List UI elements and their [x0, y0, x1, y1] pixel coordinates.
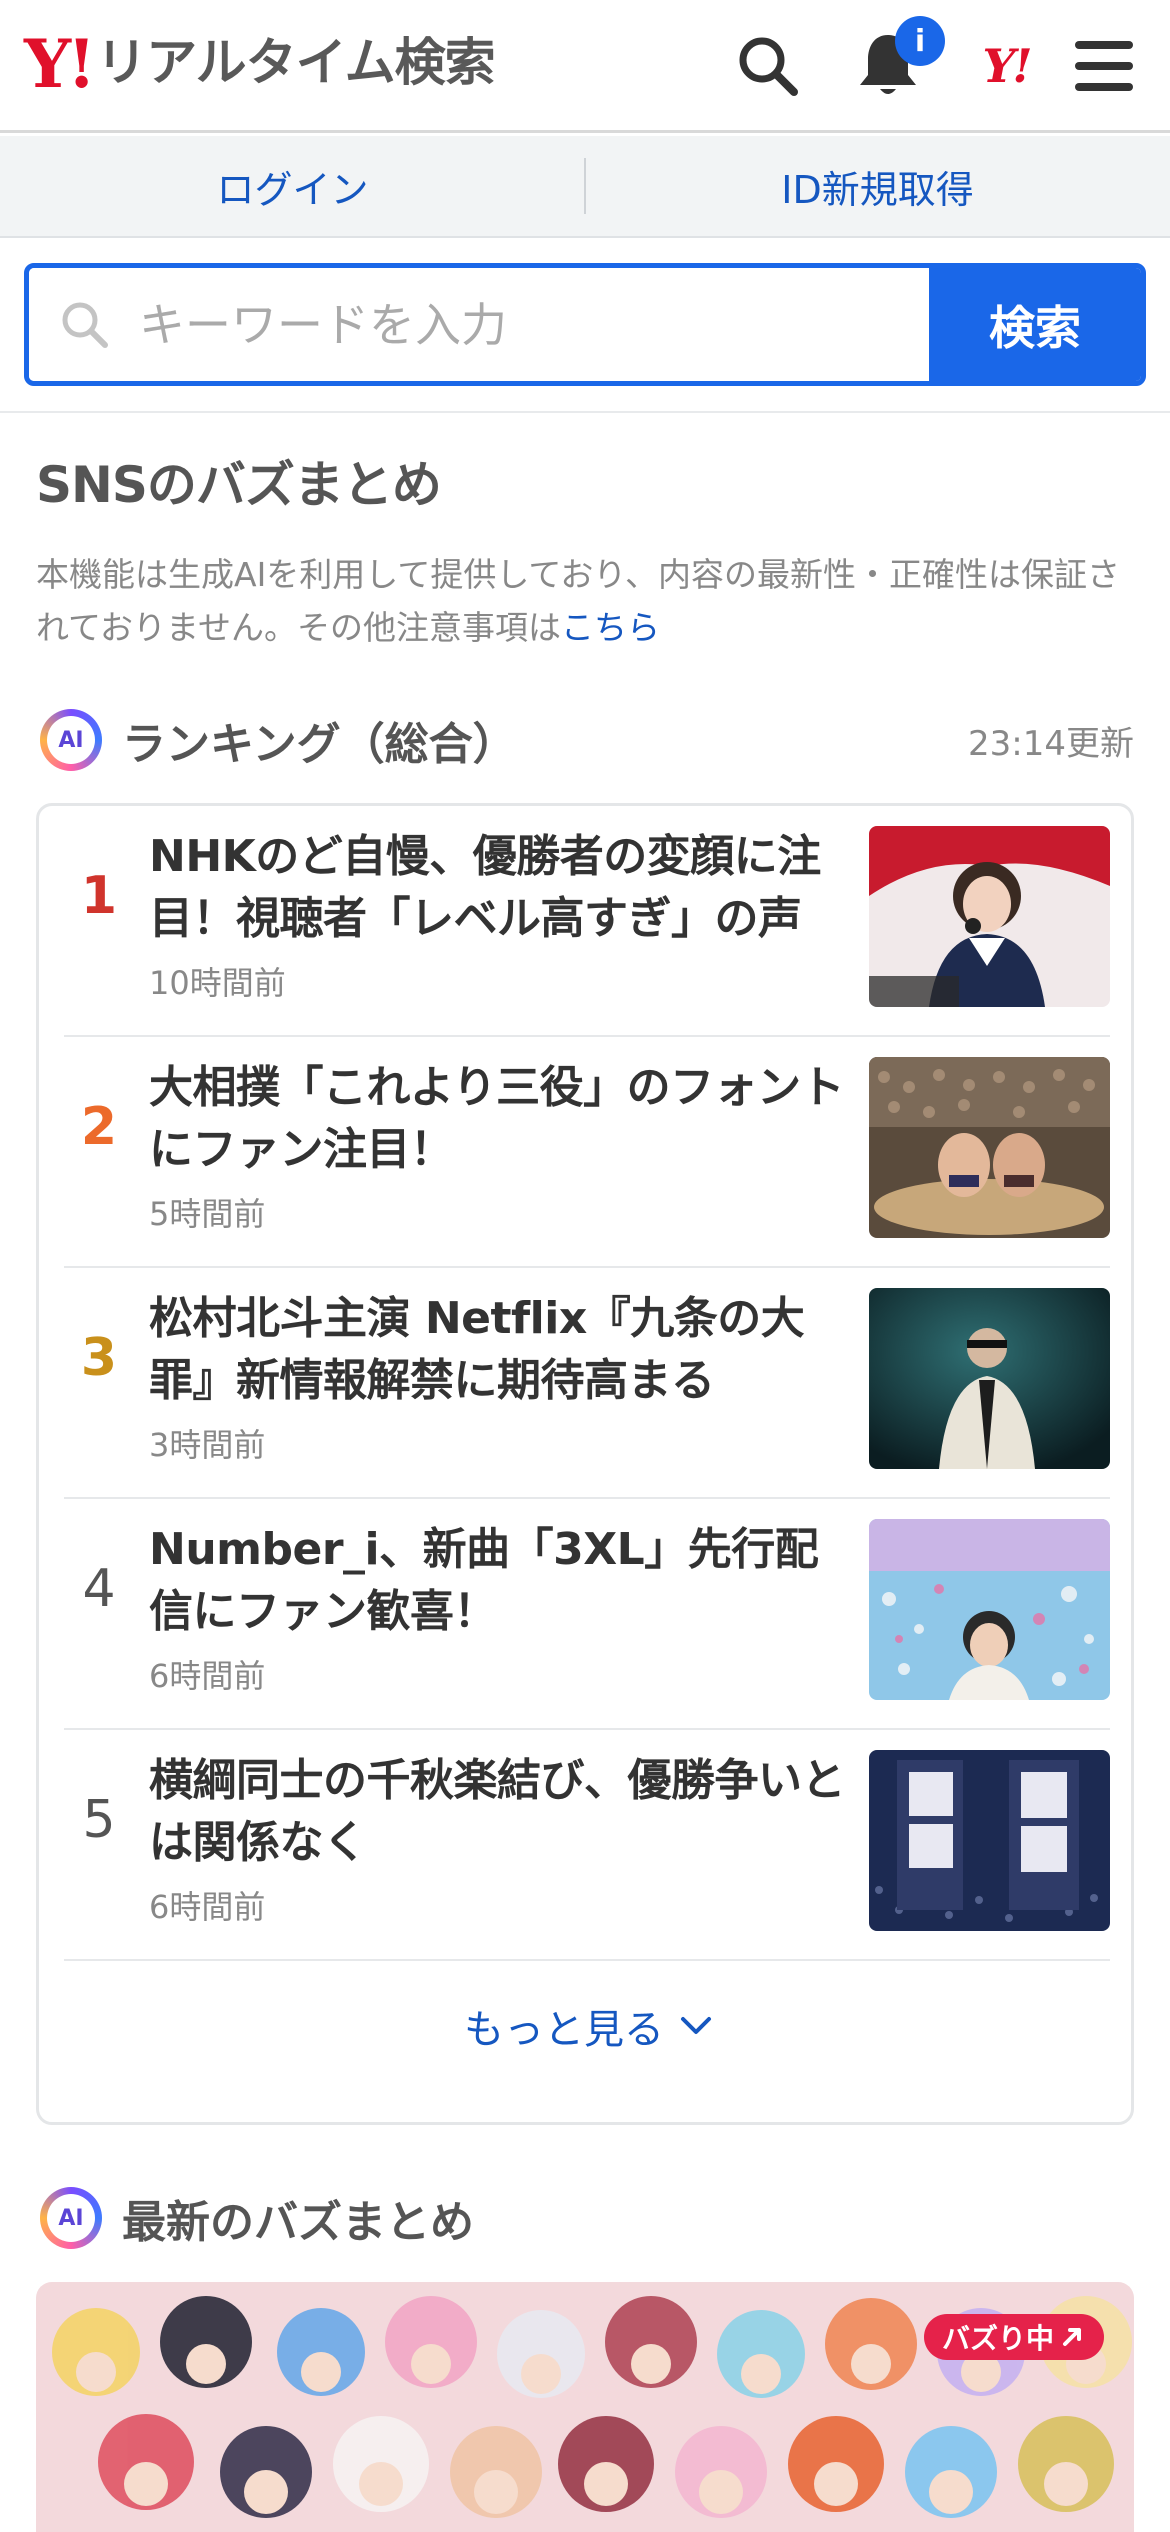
notification-badge: i — [895, 16, 945, 66]
latest-header: AI 最新のバズまとめ — [40, 2186, 474, 2250]
ranking-card: 1 NHKのど自慢、優勝者の変顔に注目！視聴者「レベル高すぎ」の声 10時間前 … — [36, 803, 1134, 2125]
disclaimer-link[interactable]: こちら — [561, 608, 660, 647]
search-field-wrap[interactable] — [29, 268, 929, 381]
ranking-item-1[interactable]: 1 NHKのど自慢、優勝者の変顔に注目！視聴者「レベル高すぎ」の声 10時間前 — [64, 806, 1110, 1037]
ranking-item-5[interactable]: 5 横綱同士の千秋楽結び、優勝争いとは関係なく 6時間前 — [64, 1730, 1110, 1961]
search-button[interactable]: 検索 — [929, 268, 1141, 381]
signup-link[interactable]: ID新規取得 — [585, 136, 1170, 236]
ranking-item-3[interactable]: 3 松村北斗主演 Netflix『九条の大罪』新情報解禁に期待高まる 3時間前 — [64, 1268, 1110, 1499]
show-more-button[interactable]: もっと見る — [39, 1986, 1137, 2066]
ranking-item-title: 大相撲「これより三役」のフォントにファン注目！ — [149, 1062, 845, 1175]
rank-number: 3 — [80, 1328, 118, 1388]
trending-arrow-icon — [1063, 2328, 1081, 2346]
login-link[interactable]: ログイン — [0, 136, 585, 236]
rank-number: 4 — [82, 1559, 116, 1619]
ranking-item-time: 3時間前 — [149, 1426, 266, 1464]
rank-number: 2 — [80, 1097, 118, 1157]
ranking-thumbnail — [869, 1750, 1110, 1931]
latest-title: 最新のバズまとめ — [122, 2197, 474, 2248]
ranking-item-title: Number_i、新曲「3XL」先行配信にファン歓喜！ — [149, 1524, 819, 1637]
yahoo-realtime-logo[interactable]: Y! リアルタイム検索 — [24, 25, 496, 103]
ranking-title: ランキング（総合） — [122, 719, 517, 770]
page-title: SNSのバズまとめ — [36, 456, 442, 514]
search-form: 検索 — [24, 263, 1146, 386]
ranking-item-time: 5時間前 — [149, 1195, 266, 1233]
auth-separator — [584, 158, 586, 214]
ranking-item-time: 10時間前 — [149, 964, 286, 1002]
app-header: Y! リアルタイム検索 i Y! — [0, 0, 1170, 133]
auth-bar: ログイン ID新規取得 — [0, 136, 1170, 238]
hamburger-menu-icon[interactable] — [1064, 24, 1144, 108]
ai-icon: AI — [40, 2187, 102, 2249]
ranking-thumbnail — [869, 1057, 1110, 1238]
ranking-item-title: 松村北斗主演 Netflix『九条の大罪』新情報解禁に期待高まる — [149, 1293, 805, 1406]
ranking-thumbnail — [869, 826, 1110, 1007]
ai-disclaimer: 本機能は生成AIを利用して提供しており、内容の最新性・正確性は保証されておりませ… — [36, 548, 1136, 654]
buzzing-badge-label: バズり中 — [941, 2322, 1054, 2355]
ranking-item-2[interactable]: 2 大相撲「これより三役」のフォントにファン注目！ 5時間前 — [64, 1037, 1110, 1268]
section-divider — [0, 411, 1170, 413]
buzzing-badge: バズり中 — [923, 2314, 1104, 2360]
search-field-icon — [62, 302, 108, 348]
rank-number: 5 — [82, 1790, 116, 1850]
search-input[interactable] — [139, 297, 899, 352]
ranking-item-time: 6時間前 — [149, 1657, 266, 1695]
logo-text: リアルタイム検索 — [96, 34, 495, 93]
ranking-header: AI ランキング（総合） 23:14更新 — [40, 708, 1134, 772]
search-icon[interactable] — [728, 24, 808, 108]
latest-buzz-card[interactable]: バズり中 — [36, 2282, 1134, 2532]
rank-number: 1 — [80, 866, 118, 926]
yahoo-logo-mark: Y! — [24, 25, 96, 103]
chevron-down-icon — [681, 2017, 711, 2034]
ranking-item-time: 6時間前 — [149, 1888, 266, 1926]
show-more-label: もっと見る — [464, 2007, 664, 2053]
ranking-thumbnail — [869, 1288, 1110, 1469]
ranking-item-4[interactable]: 4 Number_i、新曲「3XL」先行配信にファン歓喜！ 6時間前 — [64, 1499, 1110, 1730]
ranking-updated-time: 23:14更新 — [968, 723, 1134, 764]
ranking-item-title: NHKのど自慢、優勝者の変顔に注目！視聴者「レベル高すぎ」の声 — [149, 831, 821, 944]
ranking-item-title: 横綱同士の千秋楽結び、優勝争いとは関係なく — [149, 1755, 846, 1868]
yahoo-japan-icon[interactable]: Y! — [966, 24, 1046, 108]
ranking-thumbnail — [869, 1519, 1110, 1700]
ai-icon: AI — [40, 709, 102, 771]
